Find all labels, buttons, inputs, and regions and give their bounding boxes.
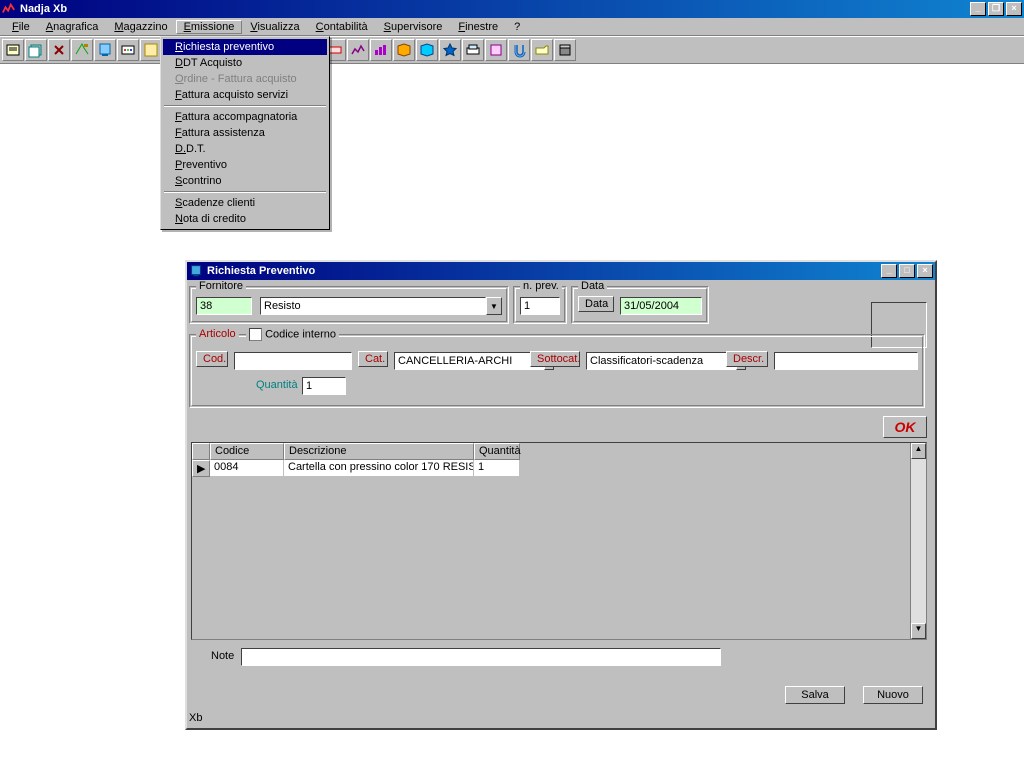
cell-codice[interactable]: 0084 (210, 460, 284, 477)
menu-anagrafica[interactable]: Anagrafica (38, 20, 107, 34)
note-label: Note (211, 650, 234, 662)
data-group: Data Data (571, 286, 709, 324)
table-row[interactable]: ▶ 0084 Cartella con pressino color 170 R… (192, 460, 910, 477)
scroll-down-icon[interactable]: ▼ (911, 623, 926, 639)
fornitore-legend: Fornitore (196, 280, 246, 292)
menu-magazzino[interactable]: Magazzino (106, 20, 175, 34)
nprev-input[interactable] (520, 297, 560, 315)
quantita-label: Quantità (256, 379, 298, 391)
ok-button[interactable]: OK (883, 416, 927, 438)
cat-combo[interactable] (394, 352, 544, 370)
tb-icon-16[interactable] (347, 39, 369, 61)
dropdown-item[interactable]: Richiesta preventivo (163, 39, 327, 55)
dropdown-item[interactable]: Fattura assistenza (163, 125, 327, 141)
sottocat-button[interactable]: Sottocat. (530, 351, 580, 367)
child-icon (189, 264, 203, 278)
fornitore-group: Fornitore ▼ (189, 286, 509, 324)
dropdown-item[interactable]: DDT Acquisto (163, 55, 327, 71)
dropdown-item[interactable]: D.D.T. (163, 141, 327, 157)
menubar: File Anagrafica Magazzino Emissione Visu… (0, 18, 1024, 36)
tb-icon-22[interactable] (485, 39, 507, 61)
tb-icon-4[interactable] (71, 39, 93, 61)
tb-icon-1[interactable] (2, 39, 24, 61)
tb-icon-17[interactable] (370, 39, 392, 61)
items-grid: Codice Descrizione Quantità ▶ 0084 Carte… (191, 442, 927, 640)
salva-button[interactable]: Salva (785, 686, 845, 704)
app-title: Nadja Xb (20, 3, 970, 15)
tb-icon-18[interactable] (393, 39, 415, 61)
menu-help[interactable]: ? (506, 20, 528, 34)
dropdown-item[interactable]: Fattura accompagnatoria (163, 109, 327, 125)
tb-icon-20[interactable] (439, 39, 461, 61)
codice-interno-checkbox[interactable] (249, 328, 262, 341)
menu-visualizza[interactable]: Visualizza (242, 20, 307, 34)
dropdown-item[interactable]: Nota di credito (163, 211, 327, 227)
descr-button[interactable]: Descr. (726, 351, 768, 367)
cell-quantita[interactable]: 1 (474, 460, 520, 477)
cat-button[interactable]: Cat. (358, 351, 388, 367)
menu-supervisore[interactable]: Supervisore (376, 20, 451, 34)
cod-input[interactable] (234, 352, 352, 370)
quantita-input[interactable] (302, 377, 346, 395)
grid-header-codice[interactable]: Codice (210, 443, 284, 460)
tb-icon-3[interactable] (48, 39, 70, 61)
nprev-group: n. prev. (513, 286, 567, 324)
tb-icon-6[interactable] (117, 39, 139, 61)
restore-button[interactable]: ❐ (988, 2, 1004, 16)
data-legend: Data (578, 280, 607, 292)
codice-interno-label: Codice interno (265, 328, 336, 340)
articolo-legend: Articolo (196, 328, 239, 340)
tb-icon-19[interactable] (416, 39, 438, 61)
articolo-group: Articolo Codice interno Cod. Cat. ▼ Sott… (189, 334, 925, 408)
child-status: Xb (189, 712, 202, 724)
scroll-up-icon[interactable]: ▲ (911, 443, 926, 459)
child-minimize-button[interactable]: _ (881, 264, 897, 278)
menu-emissione[interactable]: Emissione (176, 20, 243, 34)
tb-icon-5[interactable] (94, 39, 116, 61)
data-input[interactable] (620, 297, 702, 315)
dropdown-item[interactable]: Scontrino (163, 173, 327, 189)
cell-descrizione[interactable]: Cartella con pressino color 170 RESIS (284, 460, 474, 477)
tb-icon-2[interactable] (25, 39, 47, 61)
grid-corner (192, 443, 210, 460)
fornitore-combo-button[interactable]: ▼ (486, 297, 502, 315)
grid-header-descrizione[interactable]: Descrizione (284, 443, 474, 460)
cod-button[interactable]: Cod. (196, 351, 228, 367)
nprev-legend: n. prev. (520, 280, 562, 292)
row-indicator-icon: ▶ (192, 460, 210, 477)
child-maximize-button[interactable]: □ (899, 264, 915, 278)
app-titlebar: Nadja Xb _ ❐ × (0, 0, 1024, 18)
dropdown-item[interactable]: Scadenze clienti (163, 195, 327, 211)
child-close-button[interactable]: × (917, 264, 933, 278)
close-button[interactable]: × (1006, 2, 1022, 16)
tb-icon-24[interactable] (531, 39, 553, 61)
minimize-button[interactable]: _ (970, 2, 986, 16)
menu-finestre[interactable]: Finestre (450, 20, 506, 34)
menu-contabilita[interactable]: Contabilità (308, 20, 376, 34)
toolbar: E (0, 36, 1024, 64)
dropdown-item[interactable]: Preventivo (163, 157, 327, 173)
child-window: Richiesta Preventivo _ □ × Fornitore ▼ n… (185, 260, 937, 730)
tb-icon-7[interactable] (140, 39, 162, 61)
grid-header-quantita[interactable]: Quantità (474, 443, 520, 460)
note-input[interactable] (241, 648, 721, 666)
nuovo-button[interactable]: Nuovo (863, 686, 923, 704)
tb-icon-25[interactable] (554, 39, 576, 61)
descr-input[interactable] (774, 352, 918, 370)
sottocat-combo[interactable] (586, 352, 736, 370)
menu-file[interactable]: File (4, 20, 38, 34)
dropdown-item[interactable]: Fattura acquisto servizi (163, 87, 327, 103)
app-icon (2, 2, 16, 16)
tb-icon-23[interactable] (508, 39, 530, 61)
fornitore-code-input[interactable] (196, 297, 252, 315)
data-button[interactable]: Data (578, 296, 614, 312)
fornitore-name-combo[interactable] (260, 297, 486, 315)
emissione-dropdown: Richiesta preventivoDDT AcquistoOrdine -… (160, 36, 330, 230)
tb-icon-21[interactable] (462, 39, 484, 61)
grid-vscrollbar[interactable]: ▲ ▼ (910, 443, 926, 639)
dropdown-item: Ordine - Fattura acquisto (163, 71, 327, 87)
child-title: Richiesta Preventivo (207, 265, 881, 277)
